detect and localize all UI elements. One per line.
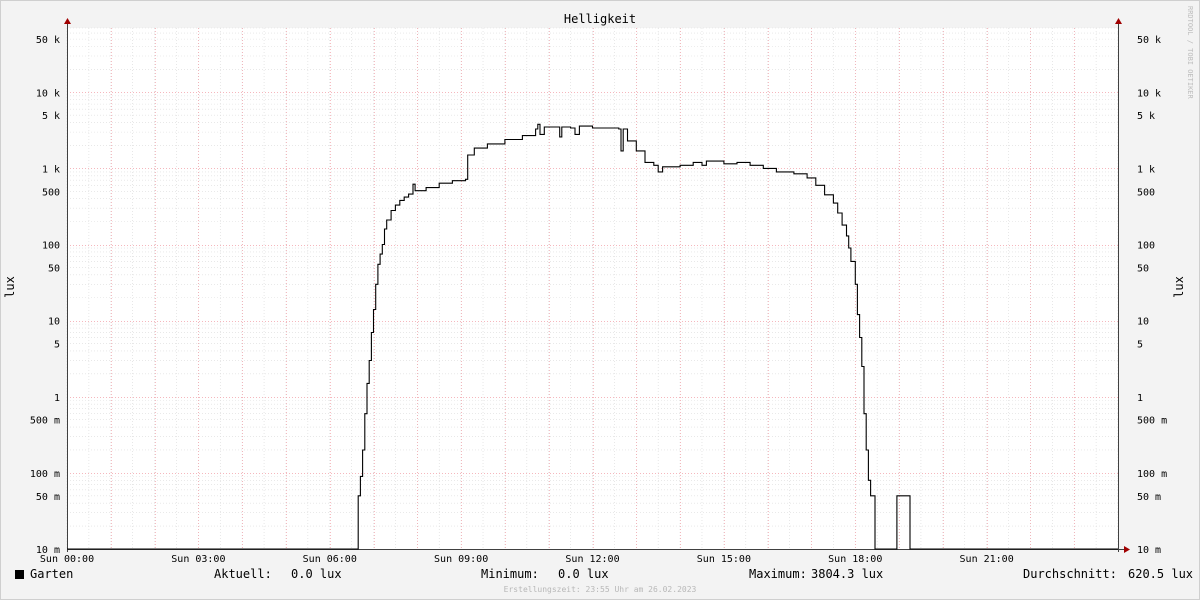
y-tick-label-left: 1	[54, 393, 60, 404]
brightness-chart: Helligkeit lux lux RRDTOOL / TOBI OETIKE…	[3, 6, 1194, 565]
x-axis-arrow	[1124, 546, 1130, 553]
x-tick-label: Sun 09:00	[434, 554, 488, 565]
y-tick-label-right: 500	[1137, 187, 1155, 198]
y-tick-label-left: 1 k	[42, 164, 60, 175]
y-tick-label-right: 10 k	[1137, 88, 1161, 99]
y-tick-label-right: 100	[1137, 241, 1155, 252]
y-tick-label-right: 50	[1137, 263, 1149, 274]
y-tick-label-right: 5	[1137, 340, 1143, 351]
y-tick-label-left: 100	[42, 241, 60, 252]
y-tick-label-right: 1	[1137, 393, 1143, 404]
y-tick-label-right: 10 m	[1137, 545, 1161, 556]
legend-swatch-garten	[15, 570, 24, 579]
y-tick-label-left: 500	[42, 187, 60, 198]
x-tick-label: Sun 18:00	[828, 554, 882, 565]
legend-minimum-value: 0.0 lux	[558, 567, 609, 581]
y-tick-label-right: 50 m	[1137, 492, 1161, 503]
legend-series-name: Garten	[30, 567, 74, 581]
rrdtool-watermark: RRDTOOL / TOBI OETIKER	[1186, 6, 1194, 100]
legend-average-value: 620.5 lux	[1128, 567, 1194, 581]
y-tick-label-right: 1 k	[1137, 164, 1155, 175]
legend-maximum-value: 3804.3 lux	[811, 567, 884, 581]
y-tick-label-left: 10 k	[36, 88, 60, 99]
y-tick-label-right: 500 m	[1137, 416, 1167, 427]
y-tick-label-right: 5 k	[1137, 111, 1155, 122]
x-tick-label: Sun 21:00	[960, 554, 1014, 565]
x-tick-label: Sun 00:00	[40, 554, 94, 565]
y-tick-label-left: 500 m	[30, 416, 60, 427]
y-axis-label-right: lux	[1172, 276, 1186, 298]
y-tick-label-right: 100 m	[1137, 469, 1167, 480]
y-axis-arrow-left	[64, 18, 71, 24]
chart-title: Helligkeit	[564, 12, 636, 26]
legend-current-label: Aktuell:	[214, 567, 272, 581]
legend-maximum-label: Maximum:	[749, 567, 807, 581]
y-tick-label-left: 5	[54, 340, 60, 351]
grid	[66, 27, 1119, 550]
y-tick-label-left: 50 m	[36, 492, 60, 503]
legend-current-value: 0.0 lux	[291, 567, 342, 581]
y-tick-label-left: 50 k	[36, 35, 60, 46]
y-tick-label-left: 50	[48, 263, 60, 274]
x-tick-label: Sun 12:00	[565, 554, 619, 565]
creation-time-footer: Erstellungszeit: 23:55 Uhr am 26.02.2023	[503, 585, 697, 594]
y-tick-label-left: 5 k	[42, 111, 60, 122]
y-axis-arrow-right	[1115, 18, 1122, 24]
y-tick-label-left: 100 m	[30, 469, 60, 480]
x-tick-label: Sun 03:00	[171, 554, 225, 565]
x-tick-label: Sun 15:00	[697, 554, 751, 565]
legend-minimum-label: Minimum:	[481, 567, 539, 581]
y-tick-label-right: 10	[1137, 317, 1149, 328]
x-tick-label: Sun 06:00	[303, 554, 357, 565]
y-tick-label-right: 50 k	[1137, 35, 1161, 46]
y-tick-label-left: 10	[48, 317, 60, 328]
legend-average-label: Durchschnitt:	[1023, 567, 1117, 581]
y-axis-label-left: lux	[3, 276, 17, 298]
